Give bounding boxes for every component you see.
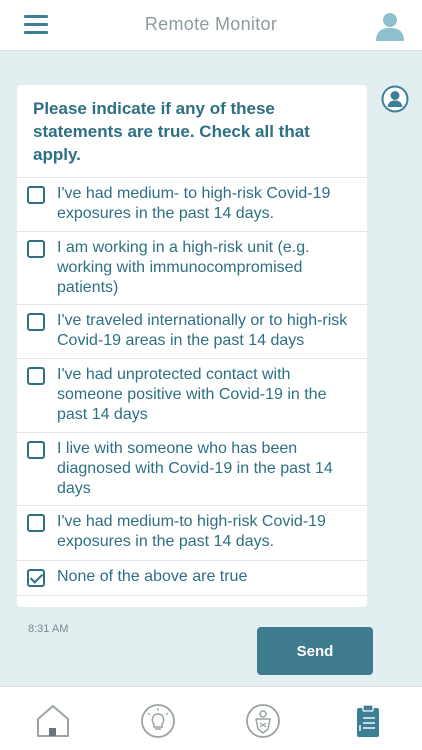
option-label: I've had unprotected contact with someon… xyxy=(57,366,327,423)
option-item[interactable]: I've traveled internationally or to high… xyxy=(17,305,367,359)
checkbox[interactable] xyxy=(27,313,45,331)
message-timestamp: 8:31 AM xyxy=(28,623,69,635)
option-item[interactable]: None of the above are true xyxy=(17,561,367,596)
tab-checkin[interactable] xyxy=(315,687,420,750)
checkbox[interactable] xyxy=(27,441,45,459)
user-profile-icon[interactable] xyxy=(374,10,406,42)
question-card: Please indicate if any of these statemen… xyxy=(17,85,367,607)
option-item[interactable]: I live with someone who has been diagnos… xyxy=(17,433,367,506)
page-title: Remote Monitor xyxy=(144,14,278,34)
send-button[interactable]: Send xyxy=(257,627,373,675)
option-item[interactable]: I am working in a high-risk unit (e.g. w… xyxy=(17,232,367,305)
option-label: I am working in a high-risk unit (e.g. w… xyxy=(57,239,310,296)
lightbulb-icon xyxy=(141,704,175,738)
option-item[interactable]: I've had unprotected contact with someon… xyxy=(17,359,367,433)
checkbox[interactable] xyxy=(27,186,45,204)
question-text: Please indicate if any of these statemen… xyxy=(17,85,367,178)
option-item[interactable]: I've had medium- to high-risk Covid-19 e… xyxy=(17,178,367,232)
checkbox[interactable] xyxy=(27,240,45,258)
tab-home[interactable] xyxy=(0,687,105,750)
option-label: None of the above are true xyxy=(57,568,248,585)
clipboard-icon xyxy=(357,704,379,737)
option-label: I live with someone who has been diagnos… xyxy=(57,440,333,497)
checkbox-checked[interactable] xyxy=(27,569,45,587)
option-label: I've traveled internationally or to high… xyxy=(57,312,348,349)
option-label: I've had medium- to high-risk Covid-19 e… xyxy=(57,185,331,222)
tab-health[interactable] xyxy=(210,687,315,750)
checkbox[interactable] xyxy=(27,514,45,532)
option-label: I've had medium-to high-risk Covid-19 ex… xyxy=(57,513,326,550)
app-header: Remote Monitor xyxy=(0,0,422,51)
bottom-tab-bar xyxy=(0,686,422,750)
checkbox[interactable] xyxy=(27,367,45,385)
user-avatar-icon xyxy=(381,85,409,113)
option-item[interactable]: I've had medium-to high-risk Covid-19 ex… xyxy=(17,506,367,561)
health-shield-icon xyxy=(246,704,280,738)
tab-tips[interactable] xyxy=(105,687,210,750)
home-icon xyxy=(37,705,69,737)
